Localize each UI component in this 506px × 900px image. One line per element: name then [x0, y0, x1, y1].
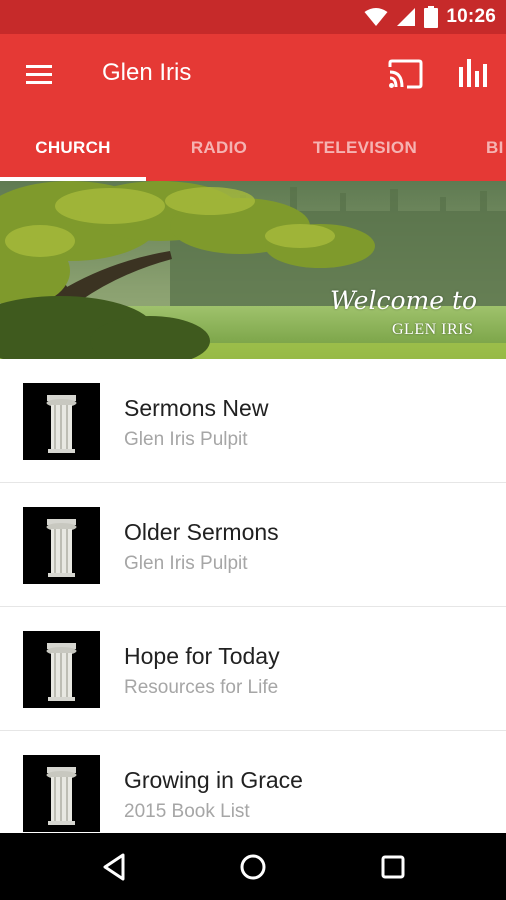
battery-icon — [424, 6, 439, 28]
list-item-subtitle: 2015 Book List — [124, 801, 250, 822]
equalizer-icon — [459, 59, 487, 87]
list-item-subtitle: Glen Iris Pulpit — [124, 429, 248, 450]
list-item-title: Sermons New — [124, 395, 269, 421]
tab-television[interactable]: TELEVISION — [292, 114, 438, 181]
equalizer-button[interactable] — [456, 56, 490, 90]
back-icon — [103, 853, 125, 881]
status-time: 10:26 — [446, 6, 496, 27]
app-title: Glen Iris — [102, 59, 192, 86]
home-button[interactable] — [235, 849, 271, 885]
back-button[interactable] — [96, 849, 132, 885]
list-item-subtitle: Resources for Life — [124, 677, 279, 698]
list-item-thumbnail — [23, 755, 100, 832]
menu-icon — [26, 65, 52, 84]
column-pillar-image — [46, 519, 77, 577]
status-bar: 10:26 — [0, 0, 506, 34]
list-item[interactable]: Older Sermons Glen Iris Pulpit — [0, 483, 506, 607]
list-item-thumbnail — [23, 383, 100, 460]
menu-button[interactable] — [24, 61, 54, 87]
welcome-church-name: GLEN IRIS — [392, 321, 474, 338]
content-list: Sermons New Glen Iris Pulpit Older Sermo… — [0, 359, 506, 833]
cast-button[interactable] — [386, 58, 424, 90]
column-pillar-image — [46, 643, 77, 701]
column-pillar-image — [46, 395, 77, 453]
recents-icon — [381, 855, 405, 879]
list-item-title: Growing in Grace — [124, 767, 303, 793]
welcome-banner: Welcome to GLEN IRIS — [0, 181, 506, 359]
list-item-title: Older Sermons — [124, 519, 279, 545]
tab-radio[interactable]: RADIO — [146, 114, 292, 181]
app-bar: Glen Iris — [0, 34, 506, 114]
list-item-thumbnail — [23, 631, 100, 708]
list-item[interactable]: Sermons New Glen Iris Pulpit — [0, 359, 506, 483]
signal-icon — [397, 8, 416, 26]
status-icons: 10:26 — [364, 0, 496, 34]
list-item-subtitle: Glen Iris Pulpit — [124, 553, 248, 574]
list-item-title: Hope for Today — [124, 643, 280, 669]
wifi-icon — [364, 8, 388, 26]
tab-partial[interactable]: BI — [474, 114, 506, 181]
home-icon — [240, 854, 266, 880]
list-item-thumbnail — [23, 507, 100, 584]
tab-church[interactable]: CHURCH — [0, 114, 146, 181]
list-item[interactable]: Growing in Grace 2015 Book List — [0, 731, 506, 833]
recents-button[interactable] — [375, 849, 411, 885]
tab-bar: CHURCH RADIO TELEVISION BI — [0, 114, 506, 181]
welcome-script-text: Welcome to — [330, 286, 478, 315]
column-pillar-image — [46, 767, 77, 825]
system-nav-bar — [0, 833, 506, 900]
cast-icon — [388, 59, 423, 89]
list-item[interactable]: Hope for Today Resources for Life — [0, 607, 506, 731]
